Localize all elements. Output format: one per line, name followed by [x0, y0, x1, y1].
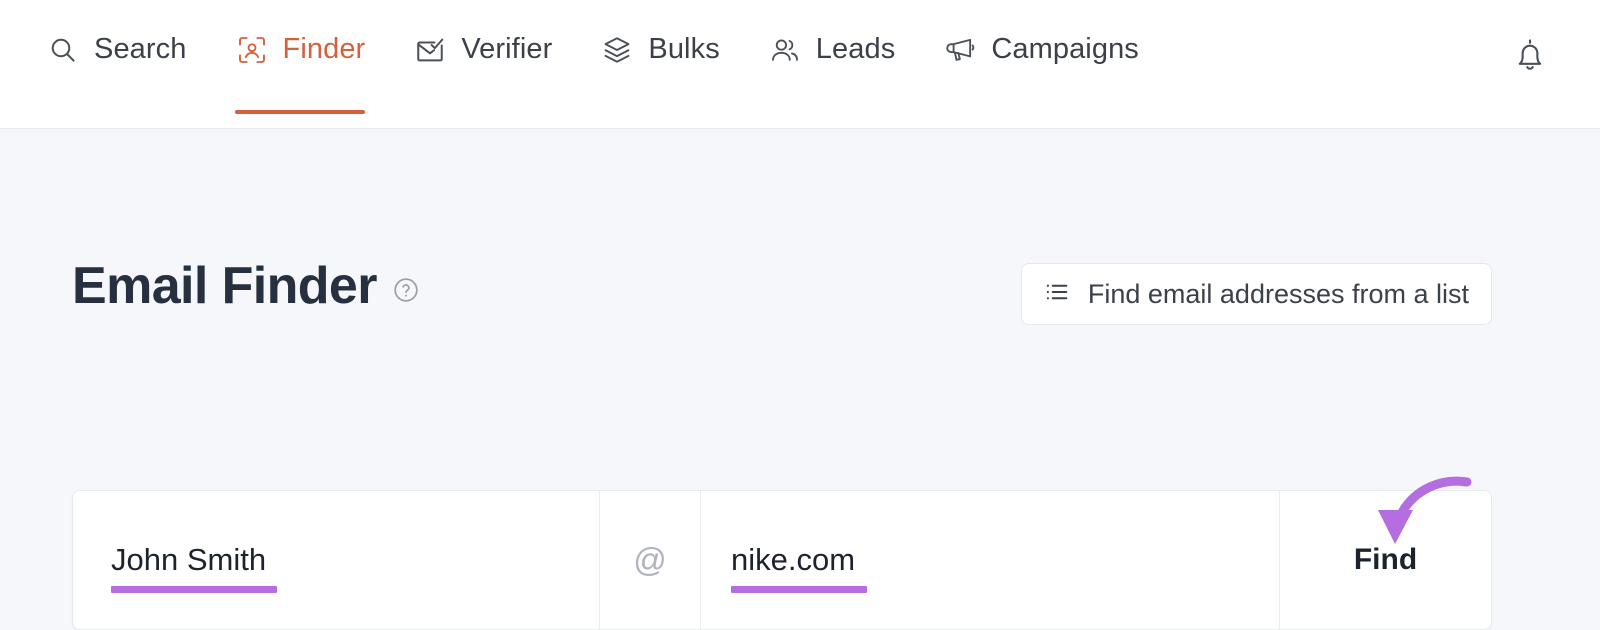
users-icon	[768, 33, 802, 67]
nav-item-label: Campaigns	[991, 33, 1139, 65]
question-circle-icon[interactable]	[393, 277, 419, 303]
annotation-underline-name	[111, 586, 277, 593]
nav-item-label: Search	[94, 33, 187, 65]
active-tab-underline	[234, 110, 366, 114]
find-from-list-button[interactable]: Find email addresses from a list	[1020, 263, 1492, 325]
full-name-field-cell[interactable]: John Smith	[73, 491, 599, 629]
at-symbol: @	[633, 541, 667, 578]
envelope-check-icon	[413, 33, 447, 67]
nav-item-list: Search Finder Verifier Bulks Leads Campa…	[0, 0, 1163, 129]
nav-item-finder[interactable]: Finder	[211, 0, 390, 114]
nav-item-label: Verifier	[461, 33, 553, 65]
domain-input[interactable]: nike.com	[731, 542, 855, 578]
nav-item-label: Leads	[815, 33, 896, 65]
nav-item-campaigns[interactable]: Campaigns	[919, 0, 1163, 114]
nav-item-leads[interactable]: Leads	[744, 0, 920, 114]
at-separator: @	[599, 491, 701, 629]
top-navigation-bar: Search Finder Verifier Bulks Leads Campa…	[0, 0, 1600, 129]
page-title: Email Finder	[72, 260, 419, 312]
bell-icon[interactable]	[1512, 36, 1548, 76]
nav-item-label: Bulks	[648, 33, 720, 65]
nav-item-verifier[interactable]: Verifier	[389, 0, 576, 114]
nav-item-label: Finder	[282, 33, 366, 65]
full-name-input[interactable]: John Smith	[111, 542, 266, 578]
layers-icon	[600, 33, 634, 67]
domain-field-cell[interactable]: nike.com	[701, 491, 1279, 629]
annotation-underline-domain	[731, 586, 867, 593]
person-scan-icon	[235, 33, 269, 67]
email-finder-form: John Smith @ nike.com Find	[72, 490, 1492, 630]
nav-item-search[interactable]: Search	[22, 0, 211, 114]
nav-item-bulks[interactable]: Bulks	[576, 0, 743, 114]
search-icon	[46, 33, 80, 67]
page-body: Email Finder Find email addresses from a…	[0, 130, 1600, 630]
find-from-list-label: Find email addresses from a list	[1087, 278, 1469, 309]
bulleted-list-icon	[1044, 279, 1070, 310]
page-title-text: Email Finder	[72, 257, 377, 315]
find-button[interactable]: Find	[1279, 491, 1491, 629]
title-row: Email Finder Find email addresses from a…	[72, 260, 1528, 332]
find-button-label: Find	[1353, 543, 1418, 576]
megaphone-icon	[943, 33, 977, 67]
